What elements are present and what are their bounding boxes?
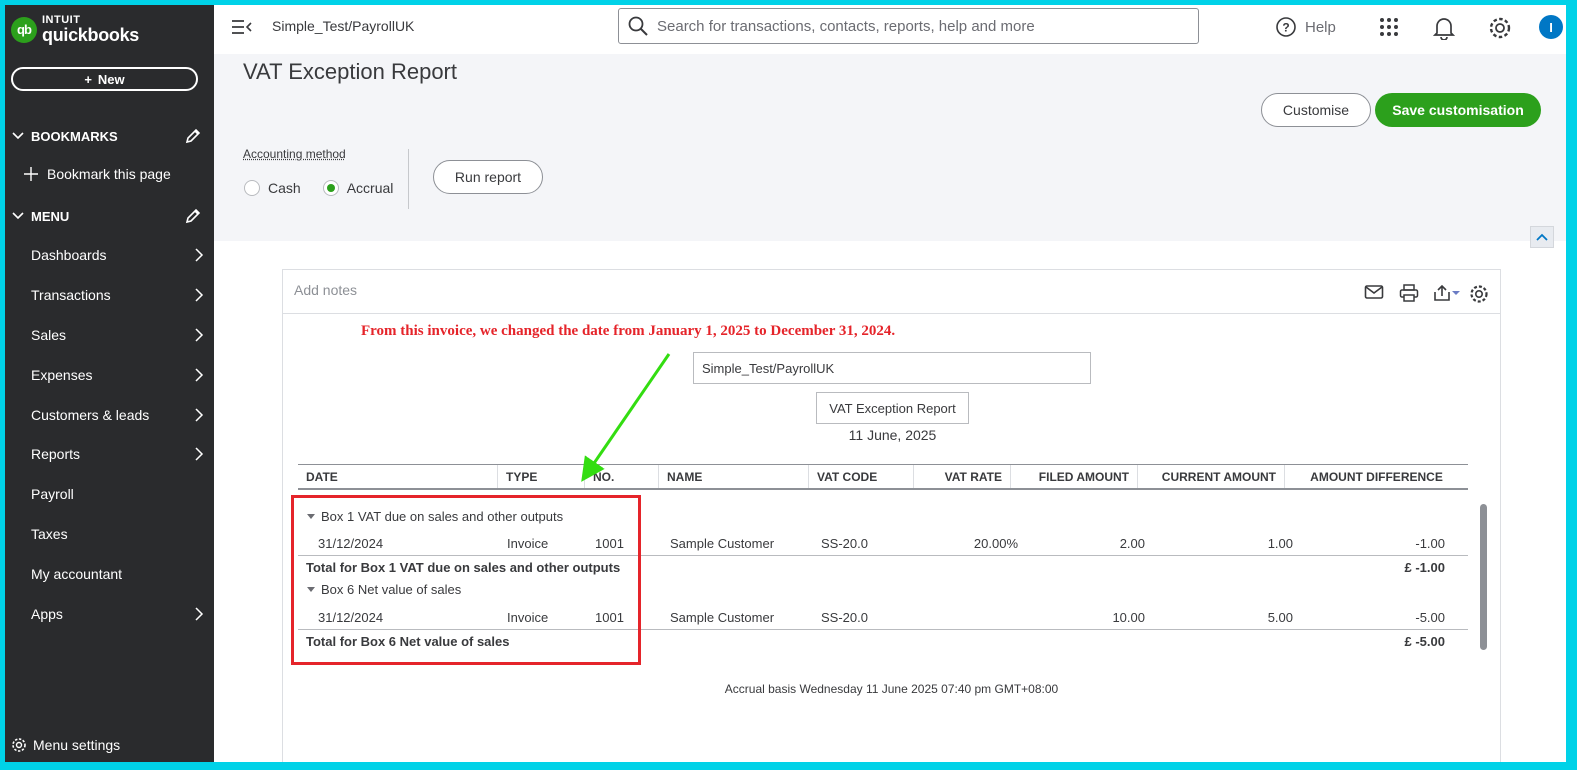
group-total-value: £ -5.00 — [1404, 634, 1445, 649]
customise-button[interactable]: Customise — [1261, 93, 1371, 127]
edit-menu-pencil-icon[interactable] — [184, 207, 202, 225]
chevron-right-icon — [195, 607, 204, 621]
report-card: Add notes From this invoice, we changed … — [282, 269, 1501, 762]
cash-label: Cash — [268, 180, 301, 196]
annotation-text: From this invoice, we changed the date f… — [361, 323, 896, 339]
collapse-menu-icon[interactable] — [231, 18, 253, 36]
report-title[interactable]: VAT Exception Report — [816, 392, 969, 424]
plus-icon — [24, 167, 38, 181]
col-date[interactable]: DATE — [298, 465, 498, 488]
report-settings-gear-icon[interactable] — [1469, 284, 1489, 304]
bell-icon[interactable] — [1433, 16, 1455, 40]
page-title: VAT Exception Report — [243, 59, 457, 84]
col-vat-rate[interactable]: VAT RATE — [914, 465, 1011, 488]
col-name[interactable]: NAME — [659, 465, 809, 488]
accounting-method-options: Cash Accrual — [244, 180, 393, 196]
chevron-down-icon — [12, 212, 24, 220]
sidebar-item-sales[interactable]: Sales — [31, 323, 206, 347]
accrual-radio[interactable] — [322, 180, 339, 196]
sidebar-item-apps[interactable]: Apps — [31, 602, 206, 626]
col-amount-difference[interactable]: AMOUNT DIFFERENCE — [1285, 465, 1468, 488]
company-name: Simple_Test/PayrollUK — [272, 18, 415, 34]
app-window: qb INTUIT quickbooks + New BOOKMARKS Boo… — [5, 5, 1566, 762]
help-label: Help — [1305, 18, 1336, 36]
help-button[interactable]: ? Help — [1275, 16, 1336, 38]
report-header-area: VAT Exception Report Customise Save cust… — [214, 54, 1566, 248]
chevron-up-icon — [1536, 233, 1548, 241]
sidebar-item-expenses[interactable]: Expenses — [31, 363, 206, 387]
export-icon[interactable] — [1433, 284, 1461, 302]
bookmarks-label: BOOKMARKS — [31, 128, 118, 144]
chevron-right-icon — [195, 368, 204, 382]
chevron-right-icon — [195, 447, 204, 461]
search-input[interactable] — [657, 17, 1177, 35]
chevron-right-icon — [195, 328, 204, 342]
highlight-box — [291, 495, 641, 665]
apps-grid-icon[interactable] — [1378, 16, 1400, 38]
menu-settings-label: Menu settings — [33, 737, 121, 753]
menu-settings[interactable]: Menu settings — [11, 737, 120, 753]
group-total-value: £ -1.00 — [1404, 560, 1445, 575]
quickbooks-logo[interactable]: qb INTUIT quickbooks — [11, 15, 139, 44]
report-date: 11 June, 2025 — [848, 427, 937, 443]
run-report-button[interactable]: Run report — [433, 160, 543, 194]
report-footer: Accrual basis Wednesday 11 June 2025 07:… — [724, 682, 1059, 696]
search-icon — [628, 16, 648, 36]
bookmark-this-page[interactable]: Bookmark this page — [23, 166, 171, 182]
sidebar-item-payroll[interactable]: Payroll — [31, 482, 206, 506]
chevron-right-icon — [195, 288, 204, 302]
new-button-label: New — [97, 71, 125, 87]
menu-header[interactable]: MENU — [5, 205, 214, 227]
bookmarks-header[interactable]: BOOKMARKS — [5, 125, 214, 147]
sidebar-item-my-accountant[interactable]: My accountant — [31, 562, 206, 586]
col-no[interactable]: NO. — [585, 465, 659, 488]
chevron-right-icon — [195, 408, 204, 422]
sidebar-item-customers-leads[interactable]: Customers & leads — [31, 403, 206, 427]
plus-icon: + — [84, 71, 92, 87]
collapse-header-button[interactable] — [1530, 226, 1554, 248]
help-icon: ? — [1276, 17, 1296, 37]
table-header: DATE TYPE NO. NAME VAT CODE VAT RATE FIL… — [298, 464, 1468, 490]
table-scrollbar[interactable] — [1480, 504, 1487, 650]
quickbooks-wordmark: quickbooks — [42, 25, 140, 45]
gear-icon — [12, 738, 26, 752]
notes-bar: Add notes — [283, 270, 1500, 314]
edit-bookmarks-pencil-icon[interactable] — [184, 127, 202, 145]
accounting-method-label: Accounting method — [243, 147, 346, 161]
report-company-name[interactable]: Simple_Test/PayrollUK — [693, 352, 1091, 384]
sidebar-item-taxes[interactable]: Taxes — [31, 522, 206, 546]
sidebar-item-transactions[interactable]: Transactions — [31, 283, 206, 307]
user-avatar[interactable]: I — [1539, 15, 1563, 39]
print-icon[interactable] — [1399, 284, 1419, 302]
divider — [408, 149, 409, 209]
global-search[interactable] — [618, 8, 1199, 44]
col-type[interactable]: TYPE — [498, 465, 585, 488]
menu-label: MENU — [31, 208, 70, 224]
new-button[interactable]: + New — [11, 67, 198, 91]
col-current-amount[interactable]: CURRENT AMOUNT — [1138, 465, 1285, 488]
bookmark-this-page-label: Bookmark this page — [47, 166, 171, 182]
col-vat-code[interactable]: VAT CODE — [809, 465, 914, 488]
save-customisation-button[interactable]: Save customisation — [1375, 93, 1541, 127]
email-icon[interactable] — [1364, 284, 1384, 300]
sidebar-item-dashboards[interactable]: Dashboards — [31, 243, 206, 267]
chevron-down-icon — [12, 132, 24, 140]
chevron-right-icon — [195, 248, 204, 262]
cash-radio[interactable] — [244, 180, 260, 196]
svg-text:?: ? — [1282, 21, 1289, 35]
gear-icon[interactable] — [1488, 16, 1512, 40]
add-notes-field[interactable]: Add notes — [294, 282, 357, 298]
sidebar: qb INTUIT quickbooks + New BOOKMARKS Boo… — [5, 5, 214, 762]
top-bar: Simple_Test/PayrollUK ? Help I — [214, 5, 1566, 54]
qb-logo-mark: qb — [11, 16, 37, 43]
sidebar-item-reports[interactable]: Reports — [31, 442, 206, 466]
accrual-label: Accrual — [346, 180, 394, 196]
col-filed-amount[interactable]: FILED AMOUNT — [1011, 465, 1138, 488]
